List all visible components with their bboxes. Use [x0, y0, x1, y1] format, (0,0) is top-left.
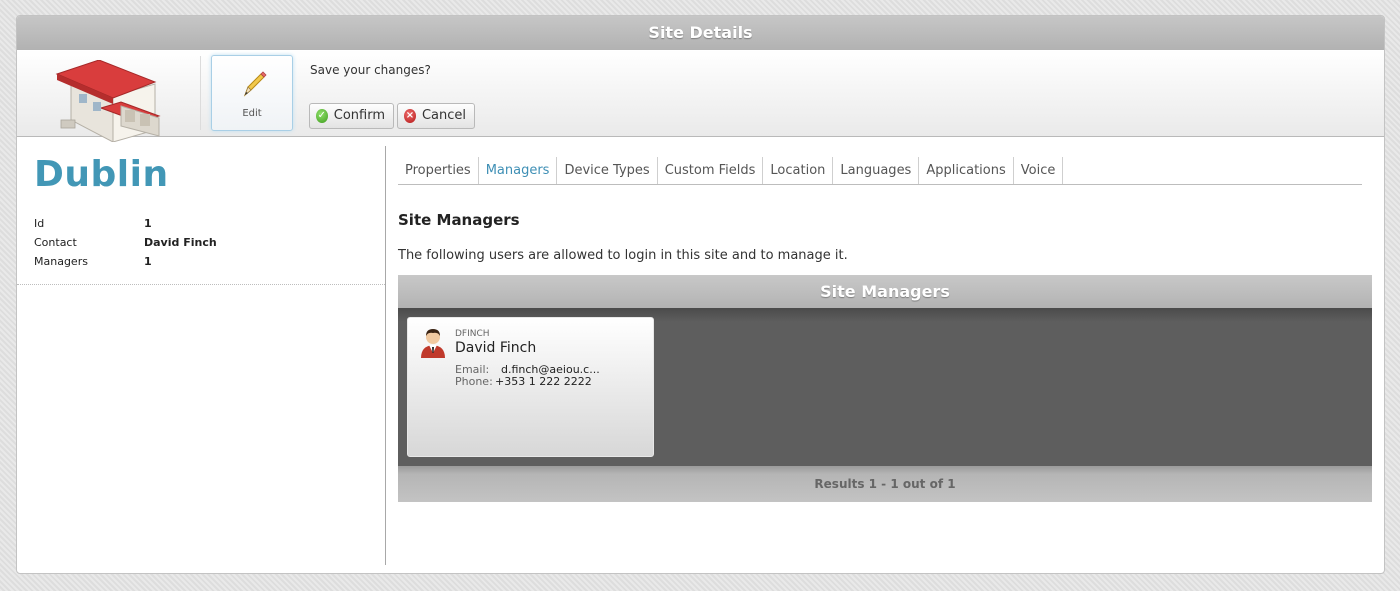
pane-divider[interactable] — [385, 146, 386, 565]
info-row-id: Id 1 — [34, 217, 217, 236]
managers-grid: Site Managers DFINCH David Finch Email: … — [398, 275, 1372, 502]
manager-username: DFINCH — [455, 329, 490, 339]
info-value: 1 — [144, 255, 152, 268]
info-value: 1 — [144, 217, 152, 230]
site-info-table: Id 1 Contact David Finch Managers 1 — [34, 217, 217, 274]
tab-properties[interactable]: Properties — [398, 157, 479, 184]
tab-languages[interactable]: Languages — [833, 157, 920, 184]
section-title: Site Managers — [398, 211, 520, 229]
building-icon — [55, 60, 161, 142]
info-label: Id — [34, 217, 45, 230]
toolbar-separator — [200, 56, 201, 130]
window-title: Site Details — [17, 16, 1384, 50]
grid-title: Site Managers — [398, 275, 1372, 308]
tab-location[interactable]: Location — [763, 157, 834, 184]
tab-device-types[interactable]: Device Types — [557, 157, 658, 184]
tab-bar: Properties Managers Device Types Custom … — [398, 157, 1362, 185]
info-value: David Finch — [144, 236, 217, 249]
info-row-contact: Contact David Finch — [34, 236, 217, 255]
close-icon: × — [404, 109, 416, 123]
manager-name: David Finch — [455, 340, 537, 356]
manager-phone-row: Phone: +353 1 222 2222 — [455, 375, 592, 388]
check-icon: ✓ — [316, 109, 328, 123]
cancel-label: Cancel — [421, 108, 466, 123]
results-summary: Results 1 - 1 out of 1 — [398, 466, 1372, 502]
site-name: Dublin — [34, 154, 169, 195]
phone-value: +353 1 222 2222 — [495, 375, 592, 388]
info-label: Contact — [34, 236, 77, 249]
site-details-panel: Site Details Edit Save your changes? ✓ C… — [16, 15, 1385, 574]
cancel-button[interactable]: × Cancel — [397, 103, 475, 129]
summary-divider — [17, 284, 385, 285]
tab-voice[interactable]: Voice — [1014, 157, 1064, 184]
tab-custom-fields[interactable]: Custom Fields — [658, 157, 764, 184]
manager-card[interactable]: DFINCH David Finch Email: d.finch@aeiou.… — [407, 317, 654, 457]
toolbar: Edit Save your changes? ✓ Confirm × Canc… — [17, 50, 1384, 142]
tab-applications[interactable]: Applications — [919, 157, 1014, 184]
edit-button[interactable]: Edit — [211, 55, 293, 131]
save-prompt: Save your changes? — [310, 63, 431, 77]
user-avatar-icon — [421, 329, 445, 358]
info-row-managers: Managers 1 — [34, 255, 217, 274]
section-description: The following users are allowed to login… — [398, 248, 848, 263]
confirm-label: Confirm — [333, 108, 385, 123]
info-label: Managers — [34, 255, 88, 268]
confirm-button[interactable]: ✓ Confirm — [309, 103, 394, 129]
site-summary-pane: Dublin Id 1 Contact David Finch Managers… — [17, 138, 385, 573]
pencil-icon — [243, 71, 267, 97]
phone-label: Phone: — [455, 375, 493, 388]
edit-label: Edit — [242, 108, 262, 119]
tab-managers[interactable]: Managers — [479, 157, 558, 184]
grid-body: DFINCH David Finch Email: d.finch@aeiou.… — [398, 308, 1372, 466]
